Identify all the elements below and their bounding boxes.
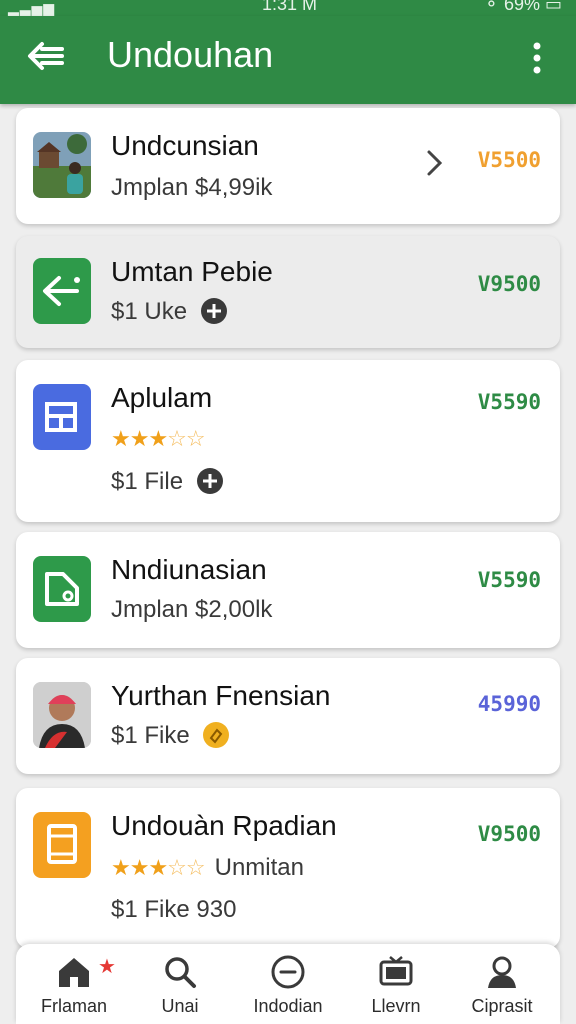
tv-icon bbox=[379, 956, 413, 986]
item-name: Aplulam bbox=[111, 382, 213, 413]
page-title: Undouhan bbox=[107, 34, 274, 75]
nav-item-search[interactable]: Unai bbox=[126, 950, 234, 1024]
item-price: V5590 bbox=[477, 390, 541, 414]
bottom-nav: ★ Frlaman Unai Indodian Llevrn Ciprasit bbox=[16, 944, 560, 1024]
minus-circle-icon bbox=[271, 955, 305, 989]
item-name: Yurthan Fnensian bbox=[111, 680, 331, 711]
item-name: Nndiunasian bbox=[111, 554, 267, 585]
star-rating: ★★★☆☆ Unmitan bbox=[111, 854, 304, 881]
orange-tablet-app-icon bbox=[33, 812, 91, 878]
nav-label: Unai bbox=[161, 996, 199, 1016]
list-item[interactable]: Nndiunasian Jmplan $2,00lk V5590 bbox=[16, 532, 560, 648]
star-rating: ★★★☆☆ bbox=[111, 426, 206, 451]
signal-icon: ▂▃▅▆ bbox=[8, 0, 56, 16]
battery-level: ⚬ 69% ▭ bbox=[484, 0, 562, 15]
nav-item-home[interactable]: ★ Frlaman bbox=[20, 950, 128, 1024]
green-arrow-app-icon bbox=[33, 258, 91, 324]
profile-icon bbox=[488, 956, 516, 988]
item-subtitle-text: $1 File bbox=[111, 468, 184, 495]
home-icon bbox=[59, 958, 89, 987]
nav-item-profile[interactable]: Ciprasit bbox=[448, 950, 556, 1024]
item-subtitle: $1 File bbox=[111, 467, 224, 497]
item-subtitle: Jmplan $2,00lk bbox=[111, 596, 273, 623]
item-name: Undcunsian bbox=[111, 130, 259, 161]
item-price: 45990 bbox=[477, 692, 541, 716]
item-name: Umtan Pebie bbox=[111, 256, 273, 287]
search-icon bbox=[165, 957, 196, 988]
item-subtitle: $1 Fike 930 bbox=[111, 896, 237, 923]
nav-label: Llevrn bbox=[371, 996, 421, 1016]
rating-text: Unmitan bbox=[214, 854, 304, 881]
nav-label: Frlaman bbox=[40, 996, 107, 1016]
app-bar: Undouhan bbox=[0, 16, 576, 104]
green-folder-app-icon bbox=[33, 556, 91, 622]
list-item[interactable]: Aplulam ★★★☆☆ $1 File V5590 bbox=[16, 360, 560, 522]
back-arrow-icon[interactable] bbox=[26, 36, 66, 76]
photo-thumbnail bbox=[33, 132, 91, 198]
list-item[interactable]: Yurthan Fnensian $1 Fike 45990 bbox=[16, 658, 560, 774]
item-price: V5590 bbox=[477, 568, 541, 592]
list-item[interactable]: Undouàn Rpadian ★★★☆☆ Unmitan $1 Fike 930… bbox=[16, 788, 560, 948]
person-photo-thumbnail bbox=[33, 682, 91, 748]
status-time: 1:31 M bbox=[262, 0, 318, 14]
chevron-right-icon[interactable] bbox=[424, 148, 446, 178]
nav-label: Ciprasit bbox=[471, 996, 533, 1016]
more-vert-icon[interactable] bbox=[522, 38, 552, 78]
blue-window-app-icon bbox=[33, 384, 91, 450]
nav-item-llevrn[interactable]: Llevrn bbox=[342, 950, 450, 1024]
item-price: V9500 bbox=[477, 272, 541, 296]
item-subtitle: $1 Fike bbox=[111, 721, 230, 751]
nav-label: Indodian bbox=[253, 996, 323, 1016]
add-circle-icon[interactable] bbox=[196, 467, 224, 495]
item-subtitle-text: $1 Fike bbox=[111, 722, 190, 749]
add-circle-icon[interactable] bbox=[200, 297, 228, 325]
nav-item-indodian[interactable]: Indodian bbox=[234, 950, 342, 1024]
item-subtitle-text: $1 Uke bbox=[111, 298, 188, 325]
item-subtitle: $1 Uke bbox=[111, 297, 228, 327]
item-name: Undouàn Rpadian bbox=[111, 810, 337, 841]
item-price: V5500 bbox=[477, 148, 541, 172]
list-item[interactable]: Undcunsian Jmplan $4,99ik V5500 bbox=[16, 108, 560, 224]
battery-text: 69% bbox=[503, 0, 540, 14]
notification-badge: ★ bbox=[98, 956, 116, 978]
item-subtitle: Jmplan $4,99ik bbox=[111, 174, 273, 201]
item-price: V9500 bbox=[477, 822, 541, 846]
coin-icon bbox=[203, 721, 230, 748]
list-item[interactable]: Umtan Pebie $1 Uke V9500 bbox=[16, 236, 560, 348]
status-bar: ▂▃▅▆ 1:31 M ⚬ 69% ▭ bbox=[0, 0, 576, 16]
